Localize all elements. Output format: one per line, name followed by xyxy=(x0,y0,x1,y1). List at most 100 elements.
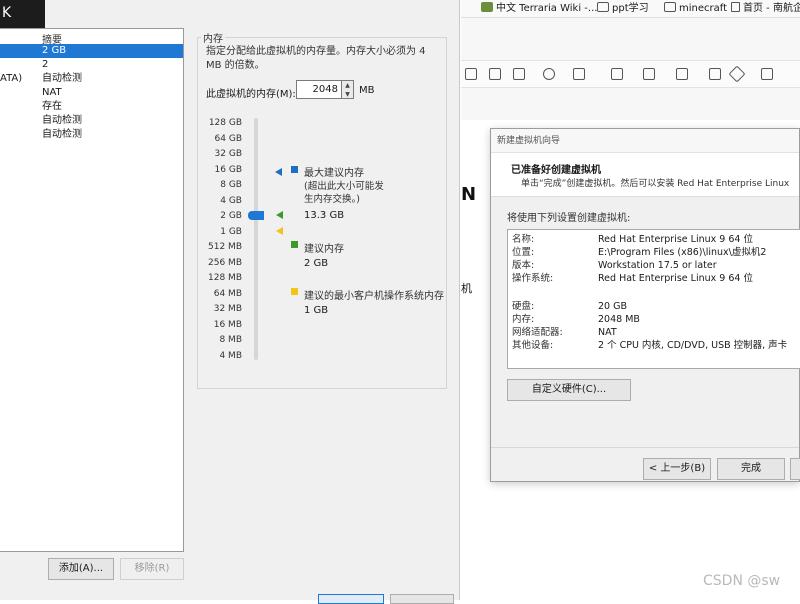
window-corner[interactable]: K xyxy=(0,0,45,28)
min-legend-label: 建议的最小客户机操作系统内存 xyxy=(304,291,444,302)
min-legend-swatch xyxy=(291,288,298,295)
memory-scale-label: 8 GB xyxy=(220,180,242,190)
editor-toolbar xyxy=(461,60,800,88)
memory-scale-label: 1 GB xyxy=(220,226,242,237)
summary-key: 位置: xyxy=(512,247,535,258)
summary-value: Red Hat Enterprise Linux 9 64 位 xyxy=(598,234,753,245)
summary-key: 操作系统: xyxy=(512,273,554,284)
memory-group-title: 内存 xyxy=(201,30,225,45)
rec-legend-value: 2 GB xyxy=(304,258,329,269)
memory-unit: MB xyxy=(359,85,375,96)
memory-label: 此虚拟机的内存(M): xyxy=(206,89,296,100)
shape-icon[interactable] xyxy=(513,68,525,80)
rec-legend-swatch xyxy=(291,241,298,248)
grid-icon[interactable] xyxy=(761,68,773,80)
hardware-summary: 2 GB xyxy=(42,45,67,56)
hardware-row-network[interactable]: NAT xyxy=(0,86,183,100)
memory-slider-thumb[interactable] xyxy=(248,211,264,220)
min-legend-value: 1 GB xyxy=(304,305,329,316)
memory-scale-label: 32 GB xyxy=(214,149,242,159)
wizard-subheading: 单击“完成”创建虚拟机。然后可以安装 Red Hat Enterprise Li… xyxy=(521,179,790,189)
hardware-row-sound[interactable]: 自动检测 xyxy=(0,114,183,128)
remove-hardware-button[interactable]: 移除(R) xyxy=(120,558,184,580)
memory-description: 指定分配给此虚拟机的内存量。内存大小必须为 4 MB 的倍数。 xyxy=(206,46,426,71)
memory-scale-label: 16 MB xyxy=(213,319,242,330)
summary-value: NAT xyxy=(598,327,617,338)
summary-value: 20 GB xyxy=(598,301,627,312)
memory-scale-label: 256 MB xyxy=(208,257,242,268)
hardware-device: ATA) xyxy=(0,73,23,84)
hardware-row-processors[interactable]: 2 xyxy=(0,58,183,72)
memory-input[interactable]: 2048 xyxy=(296,80,342,99)
bookmark-minecraft[interactable]: minecraft xyxy=(664,2,727,16)
cancel-button[interactable] xyxy=(390,594,454,604)
memory-slider-track[interactable] xyxy=(254,118,258,360)
max-legend-value: 13.3 GB xyxy=(304,210,345,221)
min-recommended-marker xyxy=(276,227,283,235)
vm-settings-dialog: K 摘要 2 GB 2 ATA) 自动检测 NAT 存在 自动检测 自动检测 添… xyxy=(0,0,460,604)
max-legend-swatch xyxy=(291,166,298,173)
terraria-favicon-icon xyxy=(481,2,493,12)
settings-summary: 名称: Red Hat Enterprise Linux 9 64 位 位置: E:… xyxy=(507,229,800,369)
hardware-row-display[interactable]: 自动检测 xyxy=(0,128,183,142)
video-icon[interactable] xyxy=(543,68,555,80)
summary-value: E:\Program Files (x86)\linux\虚拟机2 xyxy=(598,247,767,258)
new-vm-wizard: 新建虚拟机向导 已准备好创建虚拟机 单击“完成”创建虚拟机。然后可以安装 Red… xyxy=(490,128,800,482)
summary-key: 名称: xyxy=(512,234,535,245)
wizard-lead: 将使用下列设置创建虚拟机: xyxy=(507,213,631,224)
doc-fragment-2: 机 xyxy=(461,282,472,295)
summary-value: 2048 MB xyxy=(598,314,640,325)
summary-key: 硬盘: xyxy=(512,301,535,312)
hardware-list[interactable]: 摘要 2 GB 2 ATA) 自动检测 NAT 存在 自动检测 自动检测 xyxy=(0,28,184,552)
bookmark-homepage[interactable]: 首页 - 南航企 xyxy=(731,2,800,16)
summary-value: Red Hat Enterprise Linux 9 64 位 xyxy=(598,273,753,284)
memory-spinner[interactable]: ▲ ▼ xyxy=(342,80,354,99)
corner-glyph: K xyxy=(2,5,12,21)
wizard-footer-divider xyxy=(491,447,799,448)
wizard-heading: 已准备好创建虚拟机 xyxy=(511,165,601,176)
code-icon[interactable] xyxy=(643,68,655,80)
graph-icon[interactable] xyxy=(709,68,721,80)
doc-fragment-1: N xyxy=(461,184,477,205)
hardware-row-cd-dvd[interactable]: ATA) 自动检测 xyxy=(0,72,183,86)
memory-scale-label: 128 GB xyxy=(208,118,242,128)
bookmark-ppt[interactable]: ppt学习 xyxy=(597,2,649,16)
summary-key: 内存: xyxy=(512,314,535,325)
cancel-button-partial[interactable] xyxy=(790,458,800,480)
bookmarks-bar: 中文 Terraria Wiki -... ppt学习 minecraft 首页… xyxy=(461,0,800,18)
back-button[interactable]: < 上一步(B) xyxy=(643,458,711,480)
memory-scale-label: 64 MB xyxy=(213,288,242,299)
image-icon[interactable] xyxy=(489,68,501,80)
bookmark-label: ppt学习 xyxy=(612,3,649,14)
customize-hardware-button[interactable]: 自定义硬件(C)... xyxy=(507,379,631,401)
link-icon[interactable] xyxy=(611,68,623,80)
hardware-row-usb[interactable]: 存在 xyxy=(0,100,183,114)
memory-scale-label: 2 GB xyxy=(220,211,242,221)
memory-scale-label: 16 GB xyxy=(214,164,242,175)
hardware-summary: NAT xyxy=(42,87,62,98)
summary-value: Workstation 17.5 or later xyxy=(598,260,717,271)
max-recommended-marker xyxy=(275,168,282,176)
add-hardware-button[interactable]: 添加(A)... xyxy=(48,558,114,580)
hardware-summary: 自动检测 xyxy=(42,73,82,84)
tag-icon[interactable] xyxy=(728,65,746,83)
bookmark-label: 中文 Terraria Wiki -... xyxy=(496,3,598,14)
wizard-title: 新建虚拟机向导 xyxy=(491,129,799,153)
hardware-summary: 存在 xyxy=(42,101,62,112)
folder-icon xyxy=(664,2,676,12)
finish-button[interactable]: 完成 xyxy=(717,458,785,480)
table-icon[interactable] xyxy=(465,68,477,80)
rec-legend-label: 建议内存 xyxy=(304,244,344,255)
summary-key: 网络适配器: xyxy=(512,327,563,338)
hardware-row-memory[interactable]: 2 GB xyxy=(0,44,183,58)
summary-value: 2 个 CPU 内核, CD/DVD, USB 控制器, 声卡 xyxy=(598,340,788,351)
formula-icon[interactable] xyxy=(573,68,585,80)
memory-scale-label: 4 MB xyxy=(219,350,242,361)
bookmark-terraria[interactable]: 中文 Terraria Wiki -... xyxy=(481,2,597,16)
hardware-summary: 2 xyxy=(42,59,49,70)
ok-button[interactable] xyxy=(318,594,384,604)
hardware-summary: 自动检测 xyxy=(42,115,82,126)
watermark: CSDN @sw xyxy=(703,573,781,589)
bookmark-label: minecraft xyxy=(679,3,728,14)
chart-icon[interactable] xyxy=(676,68,688,80)
